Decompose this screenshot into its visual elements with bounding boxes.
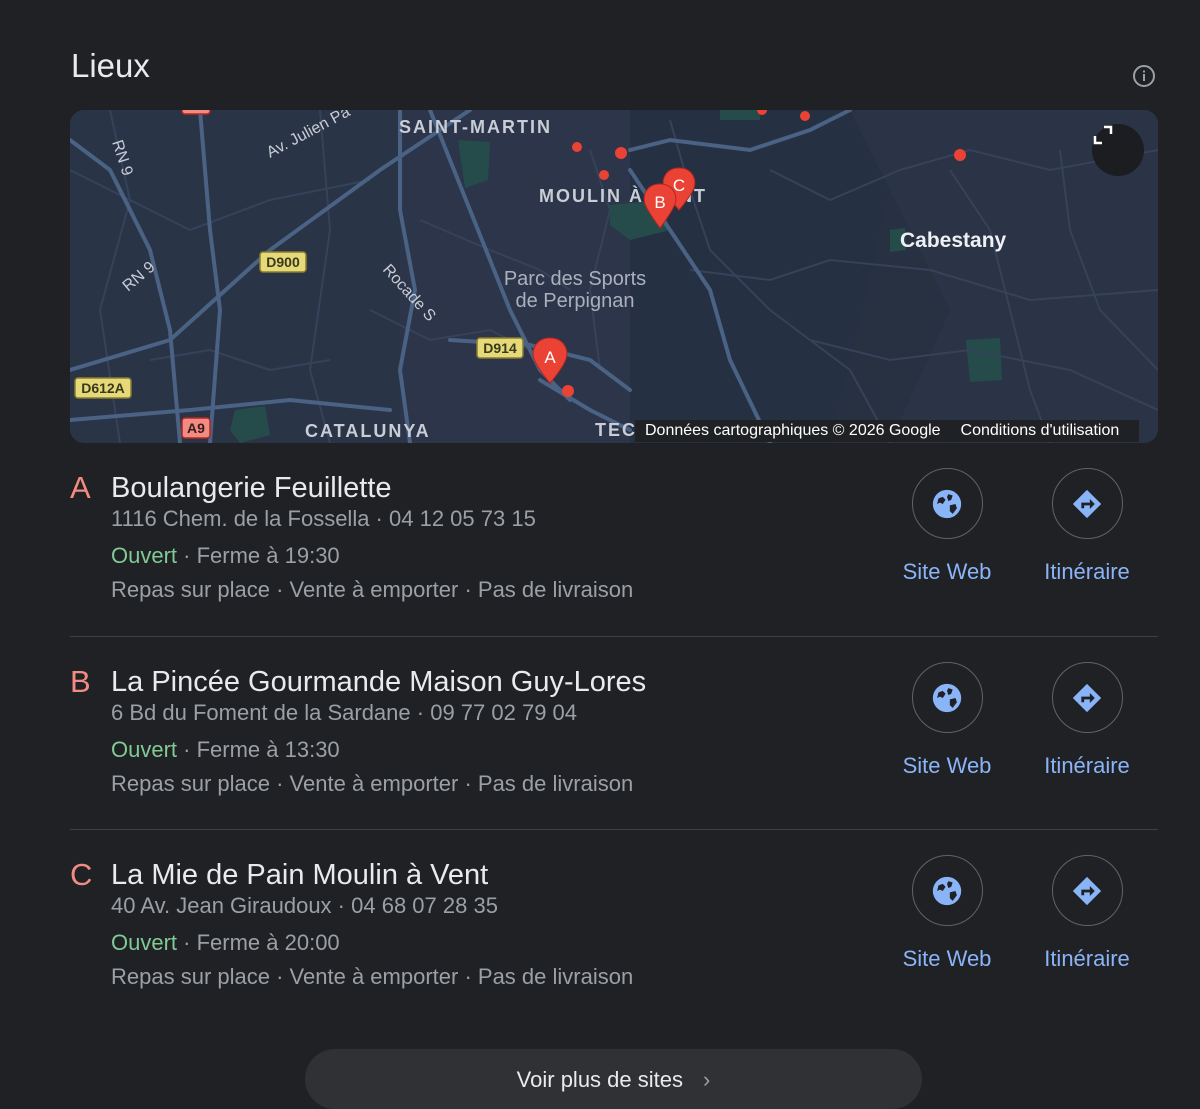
place-phone[interactable]: 04 68 07 28 35 (351, 893, 498, 918)
globe-icon (932, 489, 962, 518)
section-title: Lieux (71, 47, 150, 84)
website-button[interactable]: Site Web (887, 468, 1007, 587)
marker-b-letter: B (654, 193, 665, 212)
place-option: Vente à emporter (289, 577, 459, 602)
places-header: Lieux (71, 46, 1156, 90)
website-button-circle[interactable] (911, 855, 983, 926)
info-icon[interactable] (1132, 64, 1156, 88)
place-hours: Ferme à 20:00 (196, 930, 340, 955)
place-status: Ouvert (111, 737, 178, 762)
divider (70, 636, 1158, 637)
directions-button[interactable]: Itinéraire (1027, 855, 1147, 974)
place-phone[interactable]: 04 12 05 73 15 (389, 506, 536, 531)
directions-label[interactable]: Itinéraire (1027, 944, 1147, 974)
place-option: Pas de livraison (477, 577, 634, 602)
place-name[interactable]: La Pincée Gourmande Maison Guy-Lores (111, 662, 646, 702)
directions-button-circle[interactable] (1051, 662, 1123, 733)
globe-icon (932, 876, 962, 905)
directions-button-circle[interactable] (1051, 855, 1123, 926)
chevron-right-icon: › (702, 1067, 711, 1092)
expand-map-button[interactable] (1092, 124, 1144, 176)
place-option: Pas de livraison (477, 964, 634, 989)
marker-a-letter: A (544, 348, 556, 367)
globe-icon (932, 683, 962, 712)
divider (70, 829, 1158, 830)
more-places-button[interactable]: Voir plus de sites › (305, 1049, 922, 1109)
label-saint-martin: SAINT-MARTIN (399, 117, 552, 137)
directions-label[interactable]: Itinéraire (1027, 751, 1147, 781)
place-hours: Ferme à 19:30 (196, 543, 340, 568)
map-copyright: Données cartographiques © 2026 Google (635, 420, 951, 442)
website-button[interactable]: Site Web (887, 855, 1007, 974)
place-item-b[interactable]: B La Pincée Gourmande Maison Guy-Lores 6… (70, 662, 1158, 855)
place-actions: Site Web Itinéraire (898, 468, 1158, 618)
label-cabestany: Cabestany (900, 229, 1007, 252)
place-option: Repas sur place (111, 771, 270, 796)
place-option: Vente à emporter (289, 771, 459, 796)
place-address: 40 Av. Jean Giraudoux (111, 893, 332, 918)
place-status: Ouvert (111, 543, 178, 568)
place-option: Repas sur place (111, 964, 270, 989)
website-button[interactable]: Site Web (887, 662, 1007, 781)
expand-icon (1093, 125, 1113, 145)
place-hours-line: Ouvert · Ferme à 13:30 (111, 737, 340, 762)
place-letter: C (70, 857, 93, 892)
website-button-circle[interactable] (911, 662, 983, 733)
map[interactable]: D900 D914 D612A A9 SAINT-MARTIN MOULIN À… (70, 110, 1158, 443)
more-places-label[interactable]: Voir plus de sites (517, 1067, 683, 1093)
directions-icon (1072, 876, 1102, 905)
website-label[interactable]: Site Web (887, 944, 1007, 974)
place-letter: A (70, 470, 91, 505)
road-shield-a9: A9 (187, 420, 205, 436)
directions-button[interactable]: Itinéraire (1027, 468, 1147, 587)
label-parc-2: de Perpignan (516, 290, 635, 312)
map-canvas: D900 D914 D612A A9 SAINT-MARTIN MOULIN À… (70, 110, 1158, 443)
website-label[interactable]: Site Web (887, 557, 1007, 587)
place-options-line: Repas sur place · Vente à emporter · Pas… (111, 964, 634, 989)
label-catalunya: CATALUNYA (305, 421, 431, 441)
label-tec: TECNOSUD (595, 420, 635, 440)
road-shield-d612a: D612A (81, 380, 125, 396)
label-parc-1: Parc des Sports (504, 268, 646, 290)
place-letter: B (70, 664, 91, 699)
road-shield-d900: D900 (266, 254, 300, 270)
directions-icon (1072, 489, 1102, 518)
place-phone[interactable]: 09 77 02 79 04 (430, 700, 577, 725)
place-address-line: 6 Bd du Foment de la Sardane · 09 77 02 … (111, 700, 578, 725)
place-address: 1116 Chem. de la Fossella (111, 506, 370, 531)
place-actions: Site Web Itinéraire (898, 855, 1158, 1005)
map-terms-link[interactable]: Conditions d'utilisation (950, 420, 1140, 442)
place-options-line: Repas sur place · Vente à emporter · Pas… (111, 771, 634, 796)
place-option: Repas sur place (111, 577, 270, 602)
directions-button-circle[interactable] (1051, 468, 1123, 539)
directions-label[interactable]: Itinéraire (1027, 557, 1147, 587)
place-actions: Site Web Itinéraire (898, 662, 1158, 812)
place-hours-line: Ouvert · Ferme à 19:30 (111, 543, 340, 568)
directions-icon (1072, 683, 1102, 712)
place-options-line: Repas sur place · Vente à emporter · Pas… (111, 577, 634, 602)
road-shield-d914: D914 (483, 340, 517, 356)
place-address-line: 40 Av. Jean Giraudoux · 04 68 07 28 35 (111, 893, 498, 918)
place-name[interactable]: Boulangerie Feuillette (111, 468, 392, 508)
website-button-circle[interactable] (911, 468, 983, 539)
place-name[interactable]: La Mie de Pain Moulin à Vent (111, 855, 488, 895)
map-attribution: Données cartographiques © 2026 Google Co… (635, 419, 1158, 443)
website-label[interactable]: Site Web (887, 751, 1007, 781)
place-option: Vente à emporter (289, 964, 459, 989)
place-hours: Ferme à 13:30 (196, 737, 340, 762)
place-address: 6 Bd du Foment de la Sardane (111, 700, 411, 725)
place-hours-line: Ouvert · Ferme à 20:00 (111, 930, 340, 955)
place-option: Pas de livraison (477, 771, 634, 796)
directions-button[interactable]: Itinéraire (1027, 662, 1147, 781)
place-item-a[interactable]: A Boulangerie Feuillette 1116 Chem. de l… (70, 468, 1158, 661)
place-status: Ouvert (111, 930, 178, 955)
place-address-line: 1116 Chem. de la Fossella · 04 12 05 73 … (111, 506, 536, 531)
place-item-c[interactable]: C La Mie de Pain Moulin à Vent 40 Av. Je… (70, 855, 1158, 1048)
